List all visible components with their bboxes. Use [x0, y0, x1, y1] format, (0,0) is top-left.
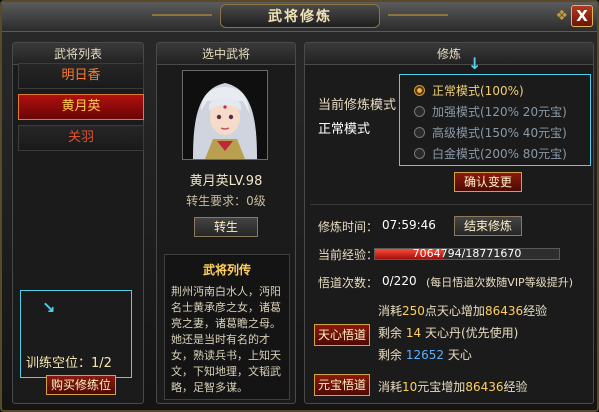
tianxin-cost-amount: 250 — [402, 304, 425, 318]
ornament-icon: ❖ — [555, 8, 568, 24]
training-window: 武将修炼 ❖ X 武将列表 明日香 黄月英 关羽 ↘ 训练空位：1/2 购买修练… — [0, 0, 599, 412]
mode-option-enhanced[interactable]: 加强模式(120% 20元宝) — [414, 103, 567, 120]
pill-remaining: 剩余 14 天心丹(优先使用) — [378, 324, 518, 341]
end-training-button[interactable]: 结束修炼 — [454, 216, 522, 236]
current-mode-label: 当前修炼模式 — [318, 98, 397, 113]
general-item-asuka[interactable]: 明日香 — [18, 63, 144, 89]
title-ornament — [388, 14, 448, 16]
window-title: 武将修炼 — [268, 9, 332, 25]
tianxin-remaining-amount: 12652 — [405, 348, 445, 362]
enlighten-count-note: (每日悟道次数随VIP等级提升) — [426, 276, 573, 289]
text-part: 剩余 — [378, 348, 403, 362]
training-time-value: 07:59:46 — [382, 218, 436, 232]
yuanbao-cost-text: 消耗10元宝增加86436经验 — [378, 378, 528, 395]
training-slots-label: 训练空位： — [26, 356, 92, 371]
text-part: 元宝增加 — [417, 380, 466, 394]
buy-slot-button[interactable]: 购买修练位 — [46, 375, 116, 395]
general-item-huang-yueying[interactable]: 黄月英 — [18, 94, 144, 120]
yuanbao-exp-gain: 86436 — [465, 380, 504, 394]
training-header: 修炼 — [305, 43, 593, 65]
enlighten-count-label: 悟道次数： — [318, 276, 379, 290]
tianxin-exp-gain: 86436 — [484, 304, 524, 318]
mode-option-label: 高级模式(150% 40元宝) — [432, 126, 567, 140]
mode-option-advanced[interactable]: 高级模式(150% 40元宝) — [414, 124, 567, 141]
tianxin-cost-text: 消耗250点天心增加86436经验 — [378, 302, 547, 319]
yuanbao-cost-amount: 10 — [402, 380, 418, 394]
text-part: 经验 — [523, 304, 548, 318]
tianxin-remaining: 剩余 12652 天心 — [378, 346, 472, 363]
close-button[interactable]: X — [571, 5, 593, 27]
title-plate: 武将修炼 — [220, 4, 380, 28]
portrait-image — [183, 71, 267, 159]
title-ornament — [152, 14, 212, 16]
exp-label: 当前经验： — [318, 248, 379, 262]
text-part: 天心 — [447, 348, 472, 362]
radio-icon[interactable] — [414, 148, 425, 159]
general-item-guan-yu[interactable]: 关羽 — [18, 125, 144, 151]
bio-text: 荆州沔南白水人，沔阳名士黄承彦之女，诸葛亮之妻，诸葛瞻之母。她还是当时有名的才女… — [171, 285, 281, 394]
general-portrait — [182, 70, 268, 160]
current-mode-value: 正常模式 — [318, 122, 371, 137]
mode-option-label: 正常模式(100%) — [432, 84, 524, 98]
radio-selected-icon[interactable] — [414, 85, 425, 96]
tutorial-arrow-icon: ↘ — [42, 298, 56, 317]
rebirth-button[interactable]: 转生 — [194, 217, 258, 237]
text-part: 天心丹(优先使用) — [424, 326, 519, 340]
mode-option-platinum[interactable]: 白金模式(200% 80元宝) — [414, 145, 567, 162]
yuanbao-enlighten-button[interactable]: 元宝悟道 — [314, 374, 370, 396]
text-part: 消耗 — [378, 304, 403, 318]
general-list-header: 武将列表 — [13, 43, 143, 65]
divider — [310, 204, 592, 205]
pill-count: 14 — [405, 326, 422, 340]
selected-general-header: 选中武将 — [157, 43, 295, 65]
title-bar: 武将修炼 ❖ X — [2, 2, 597, 32]
text-part: 点天心增加 — [424, 304, 485, 318]
enlighten-count-value: 0/220 — [382, 274, 417, 288]
rebirth-requirement: 转生要求：0级 — [186, 194, 266, 208]
text-part: 经验 — [503, 380, 528, 394]
mode-option-label: 加强模式(120% 20元宝) — [432, 105, 567, 119]
mode-option-normal[interactable]: 正常模式(100%) — [414, 82, 524, 99]
exp-bar: 7064794/18771670 — [374, 247, 560, 260]
general-bio-box: 武将列传 荆州沔南白水人，沔阳名士黄承彦之女，诸葛亮之妻，诸葛瞻之母。她还是当时… — [164, 254, 290, 400]
exp-value: 7064794/18771670 — [412, 247, 522, 260]
text-part: 剩余 — [378, 326, 403, 340]
text-part: 消耗 — [378, 380, 403, 394]
radio-icon[interactable] — [414, 106, 425, 117]
training-time-label: 修炼时间： — [318, 220, 379, 234]
radio-icon[interactable] — [414, 127, 425, 138]
confirm-mode-button[interactable]: 确认变更 — [454, 172, 522, 192]
training-slots: 训练空位：1/2 — [26, 352, 112, 371]
mode-option-label: 白金模式(200% 80元宝) — [432, 147, 567, 161]
tianxin-enlighten-button[interactable]: 天心悟道 — [314, 324, 370, 346]
tutorial-arrow-icon: ↓ — [468, 54, 482, 73]
training-slots-value: 1/2 — [91, 356, 112, 371]
general-name-level: 黄月英LV.98 — [189, 174, 263, 189]
bio-title: 武将列传 — [202, 263, 251, 277]
